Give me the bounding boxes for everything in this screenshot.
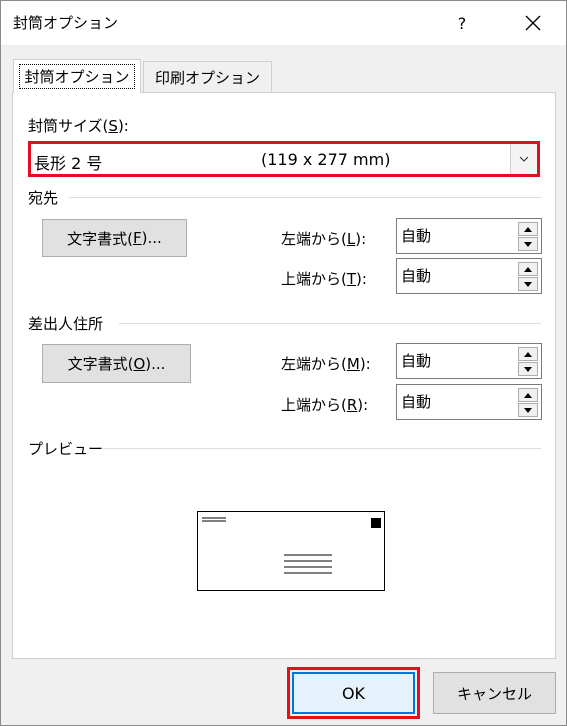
envelope-size-label: 封筒サイズ(S):: [28, 117, 129, 135]
arrow-up-icon: [524, 266, 532, 272]
spin-down-button[interactable]: [518, 362, 538, 376]
arrow-up-icon: [524, 392, 532, 398]
delivery-from-left-label: 左端から(L):: [281, 230, 367, 248]
envelope-size-name: 長形 2 号: [34, 154, 103, 173]
delivery-from-top-spinner[interactable]: 自動: [396, 258, 542, 294]
divider: [119, 323, 541, 324]
delivery-address-heading: 宛先: [28, 189, 59, 207]
spin-up-button[interactable]: [518, 347, 538, 361]
ok-button[interactable]: OK: [292, 672, 415, 714]
spin-up-button[interactable]: [518, 388, 538, 402]
spin-down-button[interactable]: [518, 237, 538, 251]
spin-down-button[interactable]: [518, 403, 538, 417]
spin-up-button[interactable]: [518, 262, 538, 276]
delivery-from-top-label: 上端から(T):: [281, 270, 367, 288]
divider: [69, 197, 541, 198]
spinner-value: 自動: [401, 352, 432, 370]
delivery-font-button[interactable]: 文字書式(F)...: [42, 219, 187, 257]
divider: [102, 448, 541, 449]
envelope-preview-graphic: [202, 517, 381, 574]
dialog-window: 封筒オプション ? 封筒オプション 印刷オプション 封筒サイズ(S): 長形 2…: [0, 0, 567, 726]
arrow-up-icon: [524, 351, 532, 357]
spinner-value: 自動: [401, 227, 432, 245]
arrow-up-icon: [524, 226, 532, 232]
envelope-preview[interactable]: [197, 511, 385, 591]
return-from-top-label: 上端から(R):: [281, 396, 369, 414]
tab-envelope-options[interactable]: 封筒オプション: [13, 59, 141, 93]
dialog-title: 封筒オプション: [13, 14, 119, 32]
cancel-button[interactable]: キャンセル: [433, 672, 556, 714]
arrow-down-icon: [524, 366, 532, 372]
spinner-value: 自動: [401, 267, 432, 285]
arrow-down-icon: [524, 281, 532, 287]
dropdown-toggle[interactable]: [510, 144, 537, 174]
close-icon: [525, 15, 541, 31]
spin-up-button[interactable]: [518, 222, 538, 236]
arrow-down-icon: [524, 407, 532, 413]
tab-label: 封筒オプション: [19, 64, 135, 89]
return-address-heading: 差出人住所: [28, 315, 104, 333]
return-font-button[interactable]: 文字書式(O)...: [42, 344, 191, 383]
title-bar: 封筒オプション ?: [1, 1, 566, 45]
preview-heading: プレビュー: [28, 440, 104, 458]
return-from-top-spinner[interactable]: 自動: [396, 384, 542, 420]
tab-label: 印刷オプション: [154, 68, 260, 87]
delivery-from-left-spinner[interactable]: 自動: [396, 218, 542, 254]
close-button[interactable]: [511, 1, 555, 45]
arrow-down-icon: [524, 241, 532, 247]
spinner-value: 自動: [401, 393, 432, 411]
help-button[interactable]: ?: [442, 1, 482, 45]
envelope-size-select[interactable]: 長形 2 号 (119 x 277 mm): [28, 141, 540, 177]
chevron-down-icon: [519, 156, 529, 162]
return-from-left-spinner[interactable]: 自動: [396, 343, 542, 379]
stamp-mark: [371, 518, 381, 528]
help-icon: ?: [457, 13, 467, 33]
tab-printing-options[interactable]: 印刷オプション: [143, 61, 272, 92]
return-from-left-label: 左端から(M):: [281, 355, 371, 373]
spin-down-button[interactable]: [518, 277, 538, 291]
envelope-size-dimensions: (119 x 277 mm): [261, 150, 391, 169]
